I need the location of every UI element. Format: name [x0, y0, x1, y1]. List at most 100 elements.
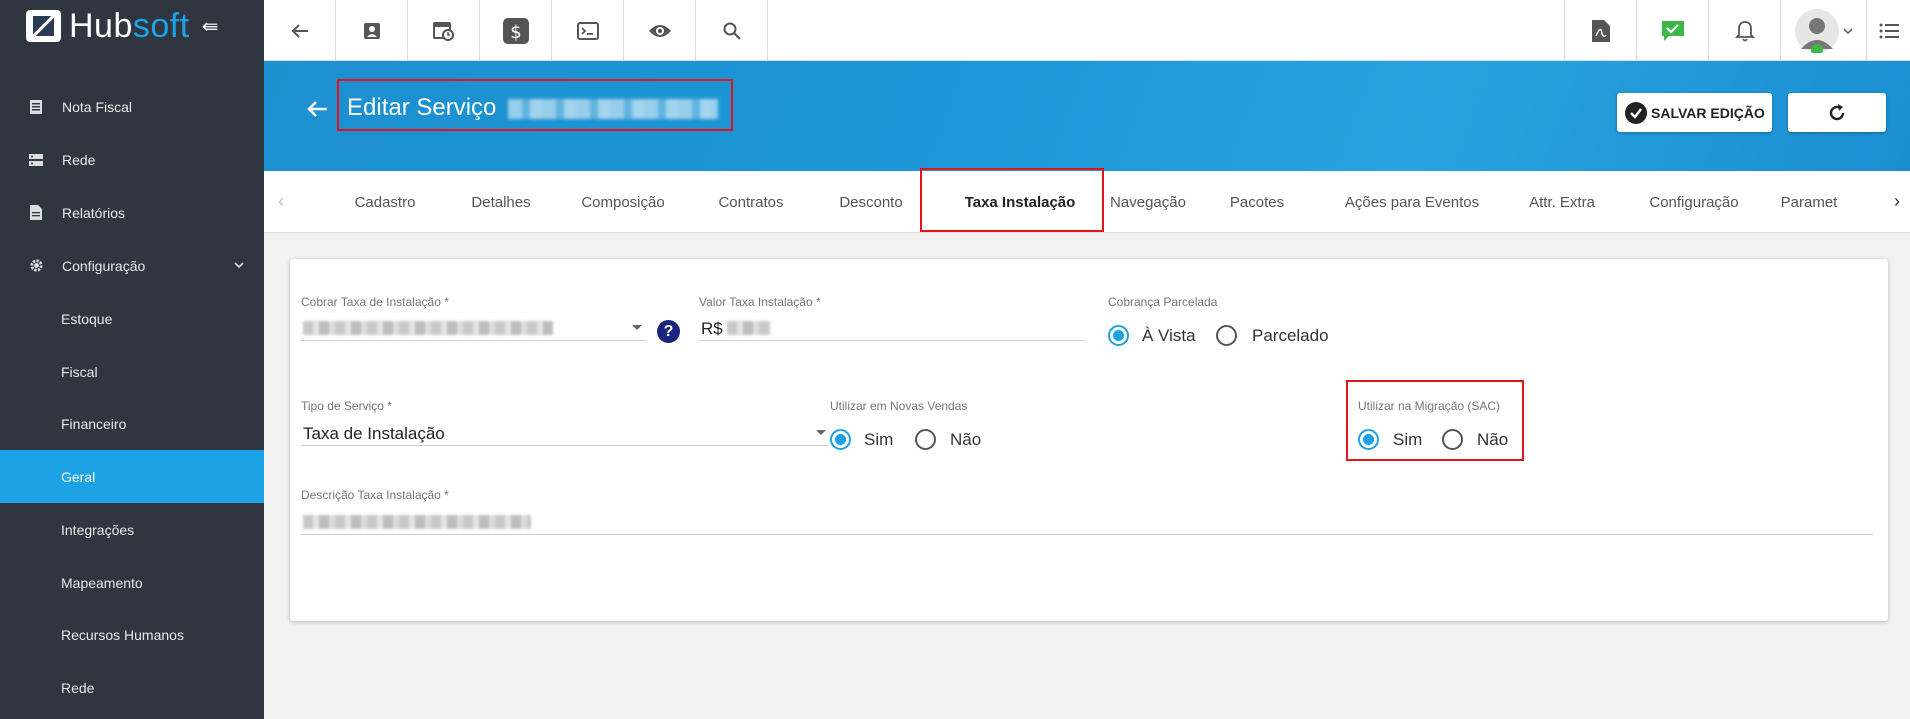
- radio-label: Sim: [864, 430, 894, 449]
- server-icon: [28, 152, 44, 168]
- tab-attr-extra[interactable]: Attr. Extra: [1500, 171, 1624, 233]
- tab-navegacao[interactable]: Navegação: [1106, 171, 1190, 233]
- tab-paramet[interactable]: Paramet: [1764, 171, 1854, 233]
- redacted-value: [303, 515, 531, 529]
- terminal-button[interactable]: [552, 0, 624, 61]
- sidebar-item-label: Recursos Humanos: [61, 626, 184, 643]
- sidebar-item-label: Nota Fiscal: [62, 98, 133, 115]
- refresh-icon: [1829, 103, 1845, 120]
- svg-text:$: $: [510, 22, 521, 43]
- contacts-button[interactable]: [336, 0, 408, 61]
- radio-label: À Vista: [1142, 326, 1196, 345]
- sidebar-item-recursos-humanos[interactable]: Recursos Humanos: [0, 608, 264, 661]
- valor-taxa-input[interactable]: R$: [699, 314, 1085, 341]
- gear-icon: [28, 258, 44, 274]
- highlight-box: [920, 168, 1104, 232]
- chat-check-icon: [1661, 20, 1684, 41]
- tab-cadastro[interactable]: Cadastro: [324, 171, 446, 233]
- radio-label: Parcelado: [1252, 326, 1329, 345]
- radio-a-vista[interactable]: [1108, 325, 1129, 346]
- bell-icon: [1734, 20, 1755, 41]
- sidebar-item-rede-2[interactable]: Rede: [0, 661, 264, 714]
- tab-desconto[interactable]: Desconto: [812, 171, 930, 233]
- sidebar-item-mapeamento[interactable]: Mapeamento: [0, 556, 264, 609]
- collapse-menu-icon[interactable]: ⇚: [202, 14, 219, 39]
- dollar-icon: $: [502, 17, 529, 44]
- avatar: [1794, 8, 1839, 53]
- sidebar-item-label: Estoque: [61, 310, 113, 327]
- highlight-box: [337, 79, 733, 131]
- billing-button[interactable]: $: [480, 0, 552, 61]
- sidebar-item-label: Financeiro: [61, 415, 127, 432]
- top-bar: $: [264, 0, 1910, 61]
- brand: Hubsoft ⇚: [0, 0, 264, 52]
- back-button[interactable]: [264, 0, 336, 61]
- field-label: Cobrar Taxa de Instalação *: [301, 295, 449, 309]
- list-menu-icon: [1879, 23, 1899, 38]
- pdf-file-icon: [1591, 19, 1610, 42]
- tab-bar: ‹ Cadastro Detalhes Composição Contratos…: [264, 168, 1910, 233]
- chevron-down-icon: [1842, 27, 1853, 34]
- highlight-box: [1346, 380, 1524, 461]
- tab-detalhes[interactable]: Detalhes: [446, 171, 556, 233]
- sidebar-item-integracoes[interactable]: Integrações: [0, 503, 264, 556]
- calendar-clock-icon: [432, 21, 454, 41]
- sidebar-item-label: Mapeamento: [61, 574, 143, 591]
- sidebar-item-financeiro[interactable]: Financeiro: [0, 397, 264, 450]
- search-button[interactable]: [696, 0, 768, 61]
- menu-button[interactable]: [1866, 0, 1910, 61]
- radio-parcelado[interactable]: [1216, 325, 1237, 346]
- tab-acoes-eventos[interactable]: Ações para Eventos: [1324, 171, 1500, 233]
- pdf-button[interactable]: [1564, 0, 1636, 61]
- sidebar-item-label: Geral: [61, 468, 96, 485]
- search-icon: [723, 22, 741, 40]
- user-menu[interactable]: [1780, 0, 1866, 61]
- descricao-input[interactable]: [301, 508, 1873, 535]
- document-icon: [28, 99, 44, 115]
- sidebar-item-configuracao[interactable]: Configuração: [0, 239, 264, 292]
- tipo-servico-select[interactable]: Taxa de Instalação: [301, 419, 829, 446]
- page-header: Editar Serviço SALVAR EDIÇÃO: [264, 61, 1910, 171]
- sidebar-item-label: Integrações: [61, 521, 135, 538]
- tab-contratos[interactable]: Contratos: [690, 171, 812, 233]
- help-icon[interactable]: ?: [657, 320, 680, 343]
- field-label: Descrição Taxa Instalação *: [301, 488, 449, 502]
- notifications-button[interactable]: [1708, 0, 1780, 61]
- sidebar-item-rede[interactable]: Rede: [0, 133, 264, 186]
- chevron-down-icon: [234, 257, 244, 273]
- refresh-button[interactable]: [1788, 93, 1886, 132]
- sidebar-item-label: Relatórios: [62, 204, 126, 221]
- check-icon: [1625, 101, 1647, 124]
- field-label: Tipo de Serviço *: [301, 399, 392, 413]
- radio-novas-sim[interactable]: [830, 429, 851, 450]
- view-button[interactable]: [624, 0, 696, 61]
- sidebar-item-fiscal[interactable]: Fiscal: [0, 345, 264, 398]
- sidebar-item-geral[interactable]: Geral: [0, 450, 264, 503]
- cobrar-taxa-select[interactable]: [301, 314, 647, 341]
- radio-novas-nao[interactable]: [915, 429, 936, 450]
- currency-prefix: R$: [701, 319, 723, 338]
- report-icon: [28, 205, 44, 221]
- chevron-left-icon[interactable]: ‹: [278, 191, 284, 212]
- radio-label: Não: [950, 430, 982, 449]
- save-button-label: SALVAR EDIÇÃO: [1651, 104, 1765, 121]
- sidebar-item-nota-fiscal[interactable]: Nota Fiscal: [0, 80, 264, 133]
- tasks-button[interactable]: [1636, 0, 1708, 61]
- caret-down-icon: [816, 430, 826, 435]
- field-label: Utilizar em Novas Vendas: [830, 399, 968, 413]
- eye-icon: [648, 24, 671, 37]
- terminal-icon: [576, 21, 599, 40]
- schedule-button[interactable]: [408, 0, 480, 61]
- save-button[interactable]: SALVAR EDIÇÃO: [1617, 93, 1772, 132]
- sidebar-item-relatorios[interactable]: Relatórios: [0, 186, 264, 239]
- arrow-left-icon[interactable]: [306, 99, 328, 119]
- sidebar-item-estoque[interactable]: Estoque: [0, 292, 264, 345]
- chevron-right-icon[interactable]: ›: [1894, 191, 1900, 212]
- field-label: Valor Taxa Instalação *: [699, 295, 821, 309]
- tab-configuracao[interactable]: Configuração: [1624, 171, 1764, 233]
- tab-pacotes[interactable]: Pacotes: [1190, 171, 1324, 233]
- tab-composicao[interactable]: Composição: [556, 171, 690, 233]
- sidebar-item-label: Configuração: [62, 257, 146, 274]
- field-label: Cobrança Parcelada: [1108, 295, 1218, 309]
- contact-card-icon: [363, 22, 380, 39]
